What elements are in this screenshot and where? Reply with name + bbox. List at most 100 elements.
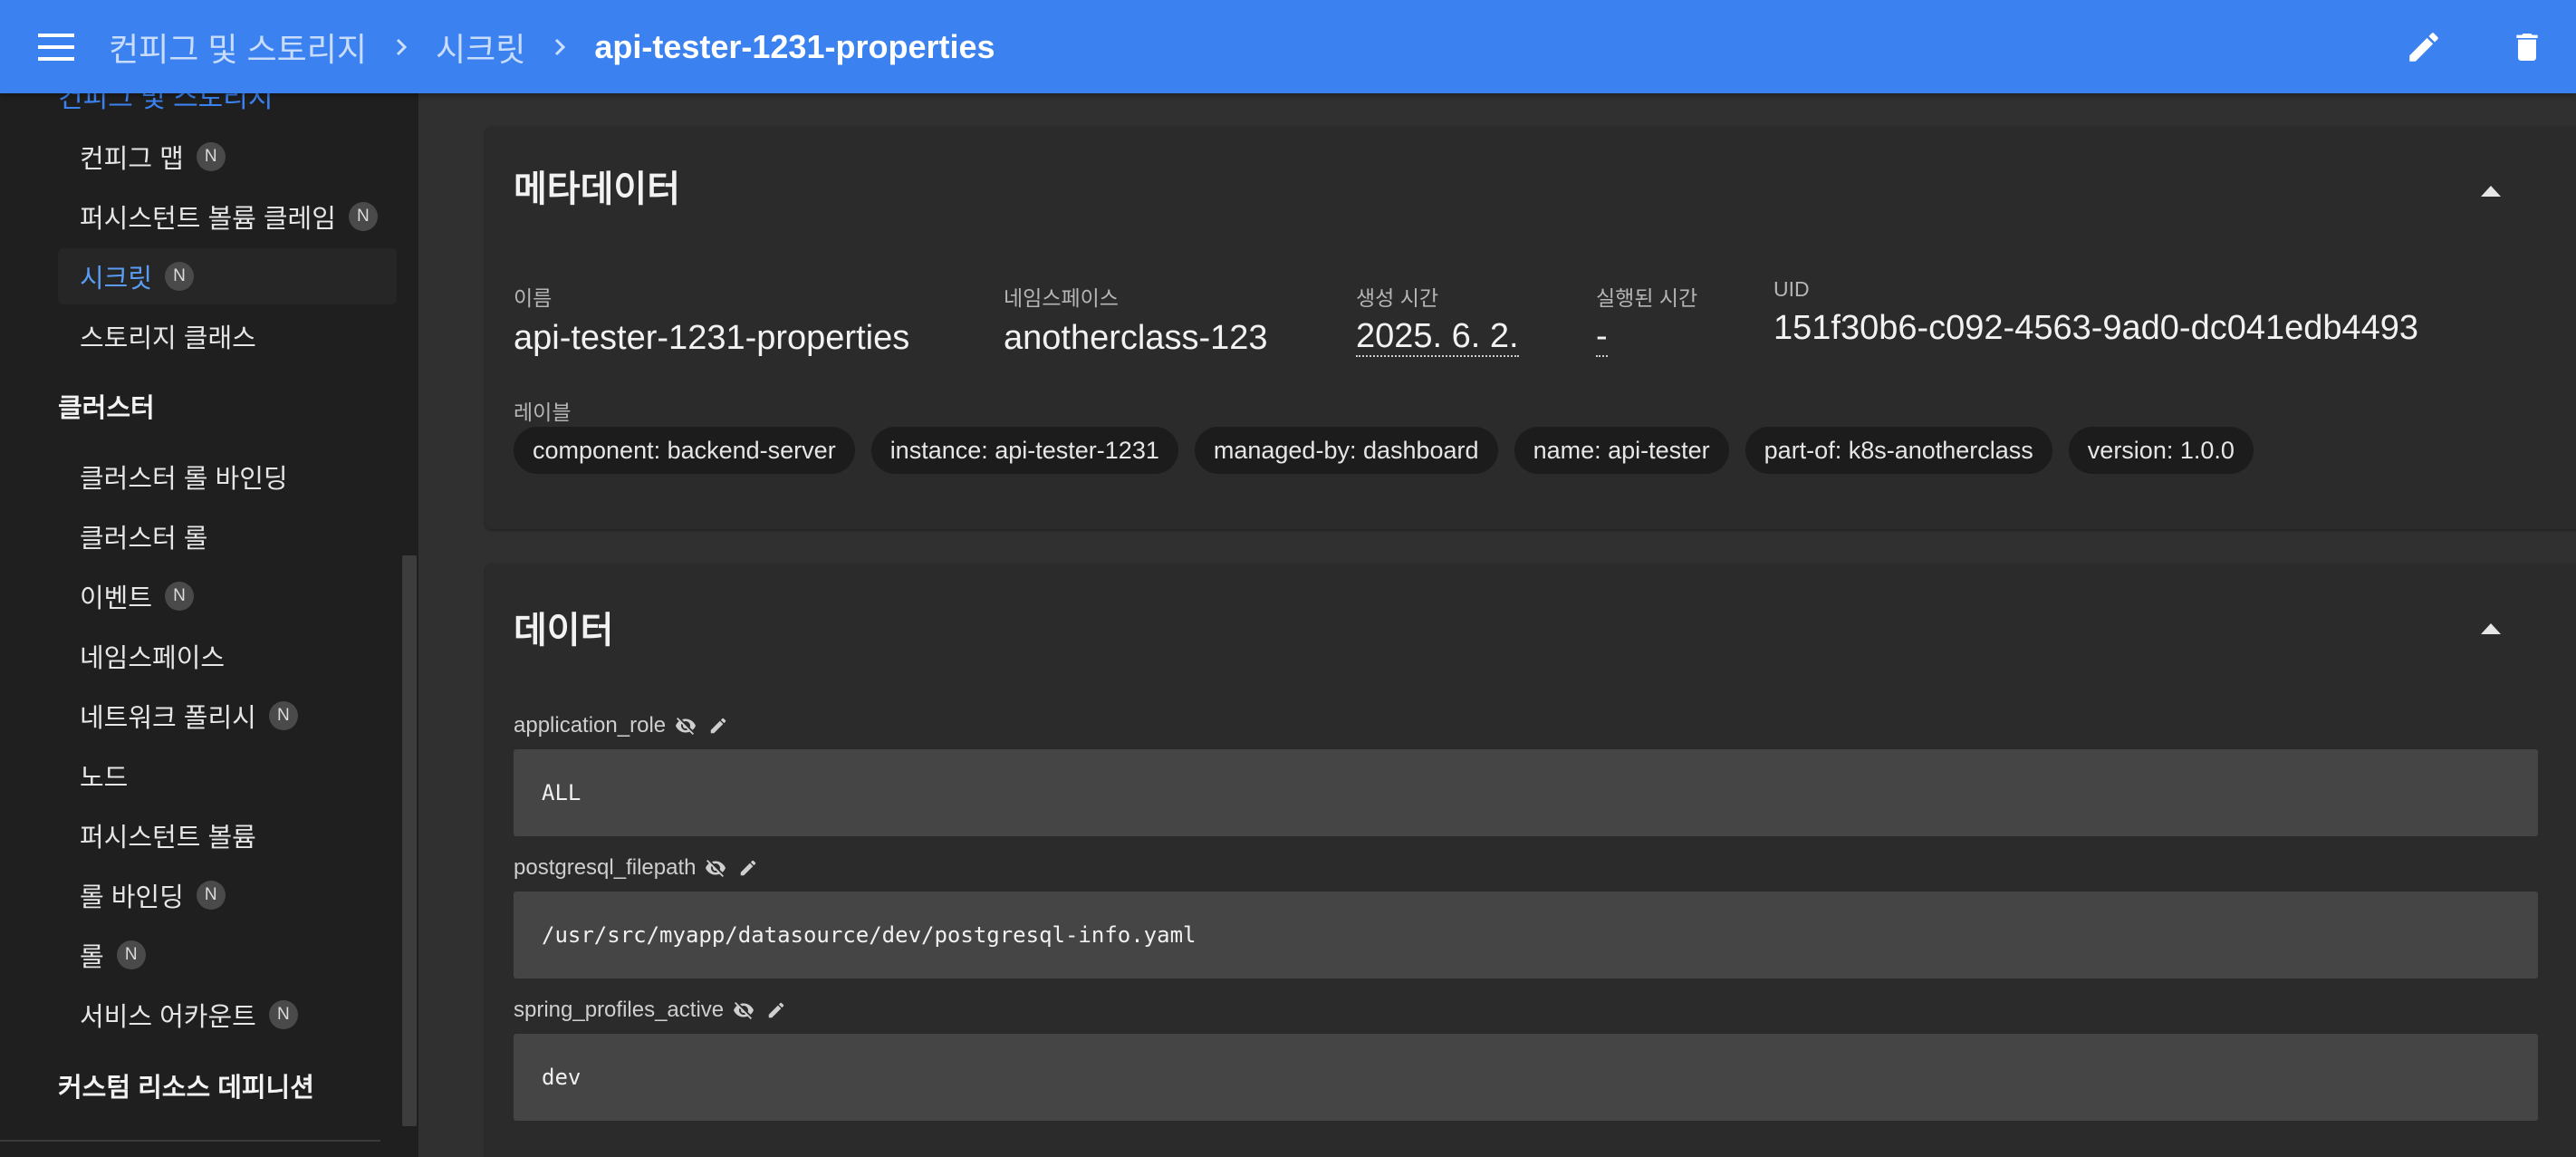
sidebar-item-label: 퍼시스턴트 볼륨: [80, 824, 256, 853]
label-chip: version: 1.0.0: [2068, 427, 2254, 474]
chevron-right-icon: [542, 29, 578, 65]
sidebar-item-events[interactable]: 이벤트 N: [58, 568, 397, 624]
sidebar-item-label: 클러스터 롤 바인딩: [80, 465, 288, 494]
sidebar-scrollbar[interactable]: [402, 555, 417, 1126]
sidebar: 컨피그 및 스토리지 컨피그 맵 N 퍼시스턴트 볼륨 클레임 N 시크릿 N …: [0, 93, 418, 1157]
sidebar-item-label: 이벤트: [80, 584, 153, 613]
sidebar-item-secrets[interactable]: 시크릿 N: [58, 248, 397, 304]
pencil-icon[interactable]: [764, 998, 789, 1023]
label-chip: instance: api-tester-1231: [870, 427, 1178, 474]
breadcrumb-config-storage[interactable]: 컨피그 및 스토리지: [109, 24, 367, 71]
new-badge: N: [165, 262, 195, 291]
sidebar-item-roles[interactable]: 롤 N: [58, 927, 397, 983]
new-badge: N: [165, 582, 195, 611]
metadata-title: 메타데이터: [514, 169, 680, 209]
labels-title: 레이블: [514, 400, 572, 424]
sidebar-item-cluster-roles[interactable]: 클러스터 롤: [58, 508, 397, 564]
sidebar-item-label: 롤: [80, 943, 104, 972]
sidebar-item-storage-classes[interactable]: 스토리지 클래스: [58, 308, 397, 364]
uid-value: 151f30b6-c092-4563-9ad0-dc041edb4493: [1773, 309, 2419, 347]
sidebar-item-label: 스토리지 클래스: [80, 324, 256, 353]
sidebar-item-namespaces[interactable]: 네임스페이스: [58, 628, 397, 684]
sidebar-item-label: 노드: [80, 764, 129, 793]
pencil-icon[interactable]: [706, 713, 731, 738]
data-key: application_role: [514, 713, 667, 738]
label-chip: component: backend-server: [514, 427, 855, 474]
metadata-namespace-field: 네임스페이스 anotherclass-123: [1004, 281, 1268, 358]
data-value: dev: [514, 1034, 2538, 1121]
sidebar-item-label: 시크릿: [80, 265, 153, 294]
field-label: 이름: [514, 286, 553, 310]
delete-button[interactable]: [2498, 18, 2556, 76]
data-title: 데이터: [514, 611, 614, 651]
sidebar-item-label: 서비스 어카운트: [80, 1003, 256, 1032]
new-badge: N: [268, 1000, 298, 1029]
metadata-card: 메타데이터 이름 api-tester-1231-properties 네임스페…: [485, 127, 2576, 529]
new-badge: N: [348, 202, 378, 231]
new-badge: N: [116, 940, 146, 969]
eye-off-icon[interactable]: [731, 998, 756, 1023]
sidebar-item-role-bindings[interactable]: 롤 바인딩 N: [58, 867, 397, 923]
field-label: 실행된 시간: [1596, 286, 1698, 310]
main-content: 메타데이터 이름 api-tester-1231-properties 네임스페…: [418, 93, 2576, 1157]
metadata-age-field: 실행된 시간 -: [1596, 281, 1697, 357]
caret-up-icon: [2481, 186, 2501, 197]
trash-icon: [2516, 33, 2538, 61]
pencil-icon[interactable]: [735, 855, 761, 881]
field-label: UID: [1773, 277, 1810, 301]
sidebar-item-persistent-volumes[interactable]: 퍼시스턴트 볼륨: [58, 807, 397, 863]
field-label: 네임스페이스: [1004, 286, 1119, 310]
sidebar-item-nodes[interactable]: 노드: [58, 747, 397, 804]
sidebar-group-crd[interactable]: 커스텀 리소스 데피니션: [58, 1057, 314, 1114]
sidebar-item-cluster-role-bindings[interactable]: 클러스터 롤 바인딩: [58, 448, 397, 505]
caret-up-icon: [2481, 623, 2501, 634]
age-value: -: [1596, 317, 1608, 357]
sidebar-divider: [0, 1140, 380, 1142]
new-badge: N: [196, 881, 226, 910]
sidebar-item-service-accounts[interactable]: 서비스 어카운트 N: [58, 987, 397, 1043]
sidebar-item-pvc[interactable]: 퍼시스턴트 볼륨 클레임 N: [58, 188, 397, 245]
edit-button[interactable]: [2395, 18, 2453, 76]
data-value: ALL: [514, 749, 2538, 836]
sidebar-item-label: 클러스터 롤: [80, 525, 208, 554]
eye-off-icon[interactable]: [673, 713, 698, 738]
created-time: 2025. 6. 2.: [1356, 317, 1519, 357]
label-chip: managed-by: dashboard: [1194, 427, 1498, 474]
data-value: /usr/src/myapp/datasource/dev/postgresql…: [514, 892, 2538, 979]
metadata-created-field: 생성 시간 2025. 6. 2.: [1356, 281, 1519, 357]
secret-name: api-tester-1231-properties: [514, 319, 910, 357]
metadata-name-field: 이름 api-tester-1231-properties: [514, 281, 909, 358]
label-chip: part-of: k8s-anotherclass: [1745, 427, 2052, 474]
labels-list: component: backend-server instance: api-…: [514, 427, 2254, 474]
page-title: api-tester-1231-properties: [594, 27, 995, 65]
eye-off-icon[interactable]: [703, 855, 728, 881]
sidebar-item-label: 네임스페이스: [80, 644, 226, 673]
sidebar-item-configmaps[interactable]: 컨피그 맵 N: [58, 129, 397, 185]
sidebar-item-label: 컨피그 맵: [80, 145, 184, 174]
sidebar-item-label: 롤 바인딩: [80, 883, 184, 912]
data-entry-application-role: application_role ALL: [514, 711, 2538, 836]
new-badge: N: [268, 701, 298, 730]
data-card: 데이터 application_role ALL postgresql_file…: [485, 564, 2576, 1157]
new-badge: N: [196, 142, 226, 171]
app-toolbar: 컨피그 및 스토리지 시크릿 api-tester-1231-propertie…: [0, 0, 2576, 93]
menu-button[interactable]: [36, 27, 76, 67]
sidebar-item-network-policies[interactable]: 네트워크 폴리시 N: [58, 688, 397, 744]
sidebar-group-cluster[interactable]: 클러스터: [58, 378, 155, 434]
data-entry-postgresql-filepath: postgresql_filepath /usr/src/myapp/datas…: [514, 853, 2538, 979]
field-label: 생성 시간: [1356, 286, 1439, 310]
label-chip: name: api-tester: [1514, 427, 1729, 474]
breadcrumb: 컨피그 및 스토리지 시크릿 api-tester-1231-propertie…: [109, 24, 995, 71]
data-collapse-button[interactable]: [2465, 603, 2516, 653]
sidebar-item-label: 네트워크 폴리시: [80, 704, 256, 733]
data-key: postgresql_filepath: [514, 855, 697, 880]
breadcrumb-secrets[interactable]: 시크릿: [436, 24, 525, 71]
pencil-icon: [2409, 32, 2438, 62]
metadata-collapse-button[interactable]: [2465, 165, 2516, 216]
data-entry-spring-profiles-active: spring_profiles_active dev: [514, 996, 2538, 1121]
sidebar-item-label: 퍼시스턴트 볼륨 클레임: [80, 205, 336, 234]
menu-icon: [38, 33, 74, 61]
namespace-value: anotherclass-123: [1004, 319, 1268, 357]
sidebar-item-config-storage[interactable]: 컨피그 및 스토리지: [58, 93, 273, 115]
metadata-uid-field: UID 151f30b6-c092-4563-9ad0-dc041edb4493: [1773, 277, 2418, 348]
